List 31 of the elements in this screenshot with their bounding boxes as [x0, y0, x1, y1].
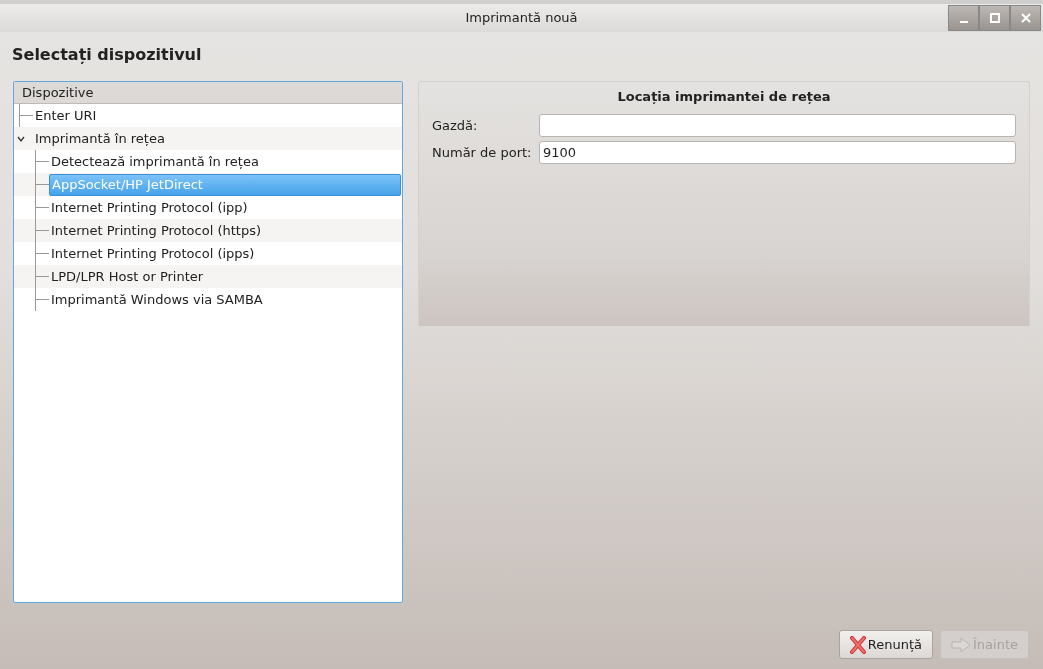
tree-item[interactable]: Internet Printing Protocol (ipp) [49, 196, 401, 219]
tree-line-icon [35, 150, 49, 173]
tree-line-icon [35, 219, 49, 242]
expander-icon[interactable] [17, 135, 25, 143]
close-icon [1020, 13, 1031, 23]
cancel-button[interactable]: Renunță [838, 630, 933, 659]
tree-item[interactable]: Detectează imprimantă în rețea [49, 150, 401, 173]
tree-line-icon [19, 104, 33, 127]
panel-title: Locația imprimantei de rețea [617, 88, 831, 107]
tree-line-icon [35, 242, 49, 265]
tree-line-icon [35, 173, 49, 196]
text-field[interactable]: 9100 [539, 141, 1016, 164]
minimize-icon [959, 21, 968, 23]
field-label: Gazdă: [432, 116, 479, 135]
tree-line-icon [35, 196, 49, 219]
tree-item[interactable]: Imprimantă Windows via SAMBA [49, 288, 401, 311]
tree-item[interactable]: Enter URI [33, 104, 401, 127]
tree-line-icon [35, 288, 49, 311]
tree-item[interactable]: Internet Printing Protocol (ipps) [49, 242, 401, 265]
maximize-button[interactable] [979, 5, 1010, 31]
tree-line-icon [35, 265, 49, 288]
minimize-button[interactable] [948, 5, 979, 31]
text-field[interactable] [539, 114, 1016, 137]
column-header[interactable]: Dispozitive [14, 82, 402, 104]
window-title: Imprimantă nouă [465, 9, 578, 28]
field-label: Număr de port: [432, 143, 533, 162]
page-heading: Selectați dispozitivul [12, 45, 202, 64]
maximize-icon [989, 13, 1000, 23]
close-button[interactable] [1010, 5, 1041, 31]
arrow-icon [951, 636, 971, 653]
cross-icon [849, 635, 866, 654]
